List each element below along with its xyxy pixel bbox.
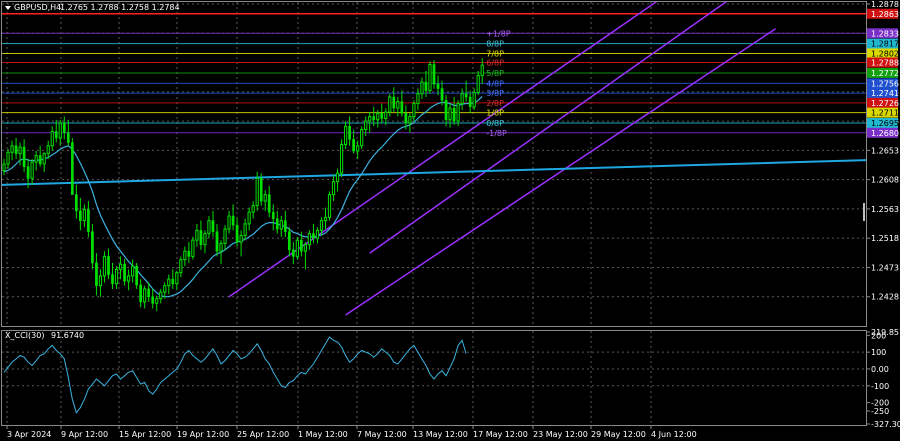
symbol-label: GBPUSD,H4 xyxy=(14,3,61,12)
price-tick-label: 1.2608 xyxy=(871,176,899,185)
candle xyxy=(428,61,432,94)
murrey-label: +1/8P xyxy=(486,29,511,38)
cci-tick-label: 200 xyxy=(871,331,886,340)
price-tag: 1.2817 xyxy=(867,38,899,49)
svg-text:1.2711: 1.2711 xyxy=(871,109,899,118)
candle xyxy=(295,236,299,260)
time-tick-label: 29 May 12:00 xyxy=(591,430,646,439)
svg-text:1.2802: 1.2802 xyxy=(871,49,899,58)
price-tag: 1.2711 xyxy=(867,107,899,118)
cci-tick-label: -100 xyxy=(871,382,889,391)
price-tick-label: 1.2563 xyxy=(871,205,899,214)
price-tag: 1.2863 xyxy=(867,8,899,19)
price-tag: 1.2802 xyxy=(867,48,899,59)
price-tag: 1.2772 xyxy=(867,67,899,78)
svg-text:1.2756: 1.2756 xyxy=(871,79,899,88)
svg-text:1.2695: 1.2695 xyxy=(871,119,899,128)
chart-canvas: +1/8P 8/8P7/8P6/8P5/8P4/8P3/8P2/8P1/8P0/8… xyxy=(0,0,900,441)
svg-text:1.2726: 1.2726 xyxy=(871,99,899,108)
cci-name: X_CCI(30) xyxy=(5,331,44,340)
svg-text:1.2863: 1.2863 xyxy=(871,10,899,19)
cci-tick-label: -327.3082 xyxy=(871,420,900,429)
svg-text:1.2680: 1.2680 xyxy=(871,129,899,138)
time-tick-label: 19 Apr 12:00 xyxy=(177,430,229,439)
time-tick-label: 17 May 12:00 xyxy=(473,430,528,439)
murrey-label: 4/8P xyxy=(486,79,504,88)
price-tick-label: 1.2428 xyxy=(871,293,899,302)
murrey-label: 3/8P xyxy=(486,89,504,98)
svg-text:1.2817: 1.2817 xyxy=(871,40,899,49)
price-tick-label: 1.2473 xyxy=(871,263,899,272)
candle xyxy=(339,139,344,178)
price-tick-label: 1.2878 xyxy=(871,0,899,9)
candle xyxy=(135,262,138,289)
chart-shift-marker[interactable] xyxy=(863,203,865,221)
price-tick-label: 1.2653 xyxy=(871,146,899,155)
price-tag: 1.2680 xyxy=(867,127,899,138)
time-tick-label: 23 May 12:00 xyxy=(533,430,588,439)
price-tag: 1.2741 xyxy=(867,88,899,99)
price-tag: 1.2756 xyxy=(867,78,899,89)
chart-header: GBPUSD,H4 1.2765 1.2788 1.2758 1.2784 xyxy=(5,3,180,12)
time-tick-label: 25 Apr 12:00 xyxy=(237,430,289,439)
murrey-label: 7/8P xyxy=(486,49,504,58)
time-tick-label: 13 May 12:00 xyxy=(413,430,468,439)
candle xyxy=(360,126,364,150)
murrey-label: 2/8P xyxy=(486,99,504,108)
svg-text:1.2833: 1.2833 xyxy=(871,29,899,38)
time-tick-label: 7 May 12:00 xyxy=(357,430,407,439)
time-tick-label: 4 Jun 12:00 xyxy=(651,430,697,439)
murrey-label: 6/8P xyxy=(486,59,504,68)
murrey-label: 8/8P xyxy=(486,40,504,49)
ohlc-quote: 1.2765 1.2788 1.2758 1.2784 xyxy=(60,3,180,12)
price-tag: 1.2788 xyxy=(867,57,899,68)
murrey-label: 0/8P xyxy=(486,119,504,128)
murrey-label: -1/8P xyxy=(486,129,507,138)
candle xyxy=(70,138,74,195)
cci-tick-label: -250 xyxy=(871,407,889,416)
time-tick-label: 1 May 12:00 xyxy=(298,430,348,439)
murrey-label: 1/8P xyxy=(486,109,504,118)
svg-text:1.2741: 1.2741 xyxy=(871,89,899,98)
murrey-label: 5/8P xyxy=(486,69,504,78)
price-tag: 1.2695 xyxy=(867,118,899,129)
cci-tick-label: 0.00 xyxy=(871,365,889,374)
svg-text:1.2788: 1.2788 xyxy=(871,59,899,68)
time-tick-label: 9 Apr 12:00 xyxy=(61,430,108,439)
time-tick-label: 3 Apr 2024 xyxy=(7,430,51,439)
time-tick-label: 15 Apr 12:00 xyxy=(119,430,171,439)
svg-text:1.2772: 1.2772 xyxy=(871,69,899,78)
cci-value: 91.6740 xyxy=(51,331,84,340)
price-tick-label: 1.2518 xyxy=(871,234,899,243)
price-tag: 1.2726 xyxy=(867,97,899,108)
candle xyxy=(327,191,332,221)
cci-tick-label: 100 xyxy=(871,348,886,357)
candle xyxy=(191,236,195,260)
price-tag: 1.2833 xyxy=(867,28,899,39)
